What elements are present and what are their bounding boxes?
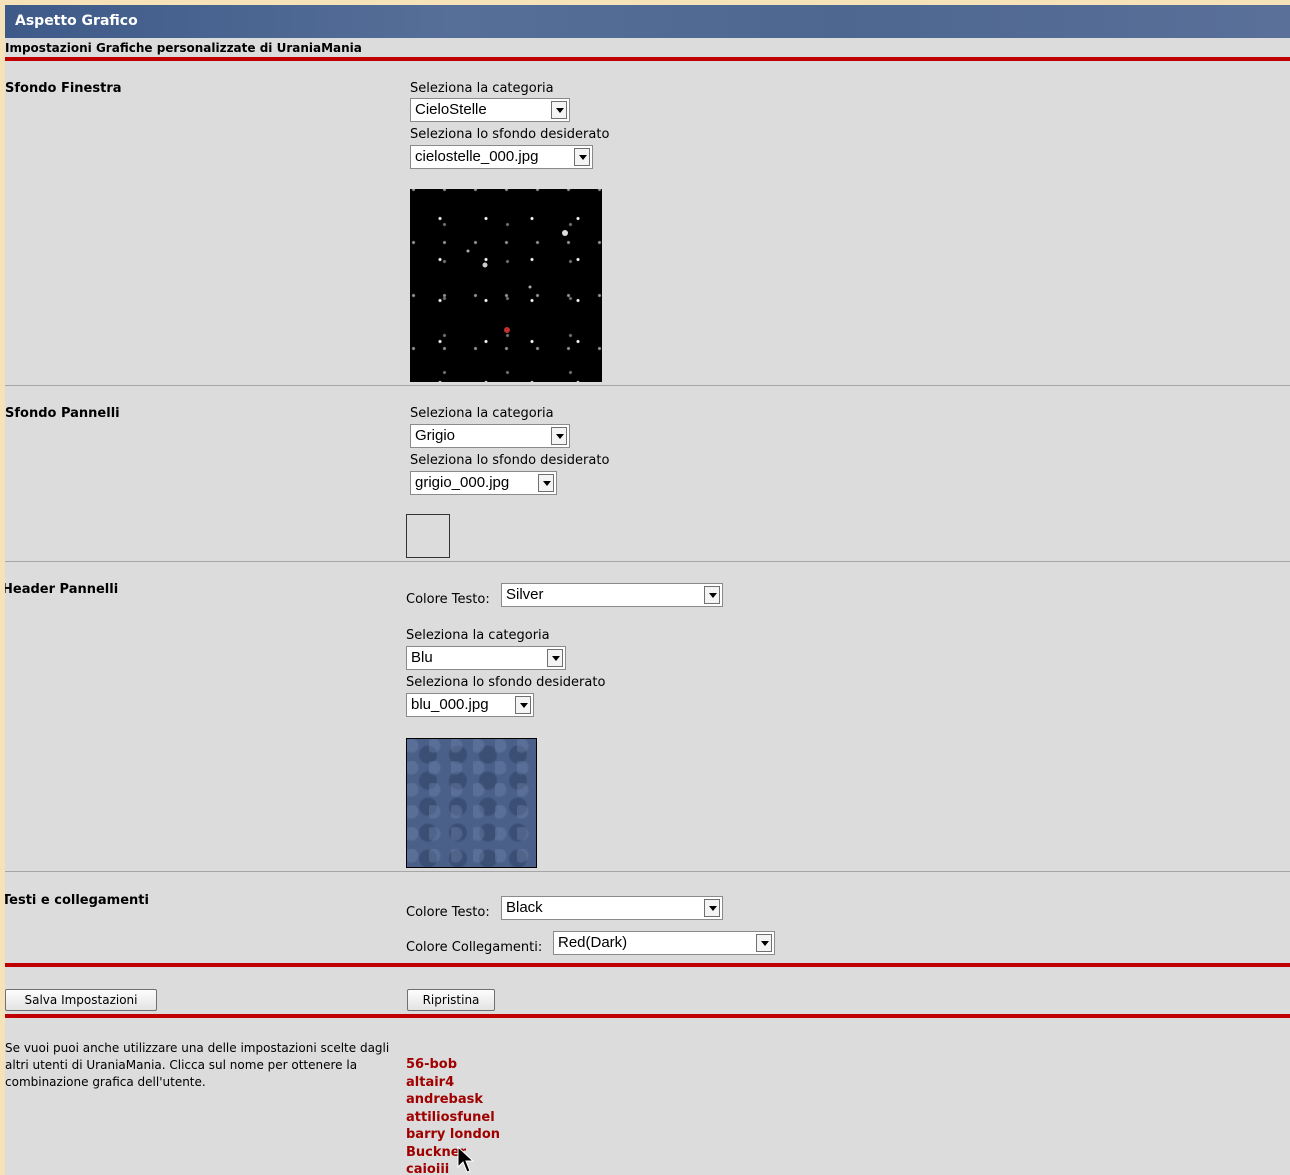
- header-text-color-select[interactable]: Silver: [501, 583, 723, 607]
- user-list: 56-bob altair4 andrebask attiliosfunel b…: [406, 1056, 500, 1175]
- select-value: Blu: [411, 649, 433, 666]
- header-background-preview: [406, 738, 537, 868]
- link-color-select[interactable]: Red(Dark): [553, 931, 775, 955]
- chevron-down-icon[interactable]: [551, 101, 567, 119]
- select-value: CieloStelle: [415, 101, 487, 118]
- user-link[interactable]: altair4: [406, 1074, 500, 1092]
- panel-background-select[interactable]: grigio_000.jpg: [410, 471, 557, 495]
- chevron-down-icon[interactable]: [538, 474, 554, 492]
- panel-title: Aspetto Grafico: [15, 13, 138, 29]
- window-category-select[interactable]: CieloStelle: [410, 98, 570, 122]
- chevron-down-icon[interactable]: [515, 696, 531, 714]
- panel-subtitle: Impostazioni Grafiche personalizzate di …: [5, 41, 362, 55]
- divider: [5, 385, 1290, 386]
- select-value: cielostelle_000.jpg: [415, 148, 539, 165]
- category-label: Seleziona la categoria: [406, 628, 550, 643]
- starfield-image: [466, 230, 568, 333]
- link-color-label: Colore Collegamenti:: [406, 940, 543, 955]
- divider-red: [5, 1014, 1290, 1018]
- chevron-down-icon[interactable]: [547, 649, 563, 667]
- mouse-pointer-icon: [457, 1145, 475, 1173]
- text-color-label: Colore Testo:: [406, 905, 490, 920]
- chevron-down-icon[interactable]: [704, 586, 720, 604]
- select-value: Black: [506, 899, 543, 916]
- header-background-select[interactable]: blu_000.jpg: [406, 693, 534, 717]
- section-title-header-pannelli: Header Pannelli: [5, 582, 119, 597]
- user-link[interactable]: attiliosfunel: [406, 1109, 500, 1127]
- select-value: Red(Dark): [558, 934, 628, 951]
- window-background-preview: [410, 189, 602, 382]
- select-value: blu_000.jpg: [411, 696, 489, 713]
- panel-header: Aspetto Grafico: [5, 5, 1290, 38]
- background-label: Seleziona lo sfondo desiderato: [410, 127, 610, 142]
- user-link[interactable]: Buckner: [406, 1144, 500, 1162]
- select-value: Grigio: [415, 427, 456, 444]
- info-text: Se vuoi puoi anche utilizzare una delle …: [5, 1041, 390, 1089]
- chevron-down-icon[interactable]: [574, 148, 590, 166]
- divider: [5, 561, 1290, 562]
- divider-red: [5, 963, 1290, 967]
- settings-panel: Aspetto Grafico Impostazioni Grafiche pe…: [5, 5, 1290, 1175]
- header-category-select[interactable]: Blu: [406, 646, 566, 670]
- select-value: grigio_000.jpg: [415, 474, 510, 491]
- user-link[interactable]: barry london: [406, 1126, 500, 1144]
- section-title-sfondo-pannelli: Sfondo Pannelli: [5, 406, 120, 421]
- reset-button[interactable]: Ripristina: [407, 989, 495, 1011]
- chevron-down-icon[interactable]: [551, 427, 567, 445]
- background-label: Seleziona lo sfondo desiderato: [406, 675, 606, 690]
- panel-background-preview: [406, 514, 450, 558]
- save-button[interactable]: Salva Impostazioni: [5, 989, 157, 1011]
- text-color-label: Colore Testo:: [406, 592, 490, 607]
- chevron-down-icon[interactable]: [756, 934, 772, 952]
- category-label: Seleziona la categoria: [410, 406, 554, 421]
- user-link[interactable]: caioiii: [406, 1161, 500, 1175]
- divider: [5, 871, 1290, 872]
- select-value: Silver: [506, 586, 544, 603]
- panel-category-select[interactable]: Grigio: [410, 424, 570, 448]
- window-background-select[interactable]: cielostelle_000.jpg: [410, 145, 593, 169]
- chevron-down-icon[interactable]: [704, 899, 720, 917]
- category-label: Seleziona la categoria: [410, 81, 554, 96]
- background-label: Seleziona lo sfondo desiderato: [410, 453, 610, 468]
- user-link[interactable]: 56-bob: [406, 1056, 500, 1074]
- text-color-select[interactable]: Black: [501, 896, 723, 920]
- user-link[interactable]: andrebask: [406, 1091, 500, 1109]
- divider-red: [5, 57, 1290, 61]
- section-title-testi-collegamenti: Testi e collegamenti: [5, 893, 149, 908]
- section-title-sfondo-finestra: Sfondo Finestra: [5, 81, 122, 96]
